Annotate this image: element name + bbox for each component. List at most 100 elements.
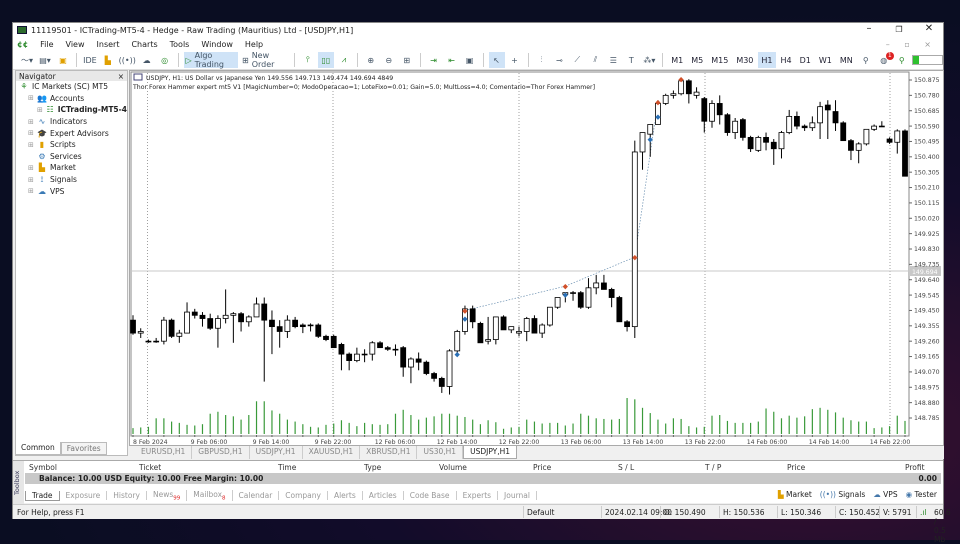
menu-file[interactable]: File — [40, 40, 53, 49]
signals-icon[interactable]: ((•)) — [118, 52, 137, 68]
text-icon[interactable]: T — [623, 52, 639, 68]
cursor-icon[interactable]: ↖ — [488, 52, 505, 68]
menu-tools[interactable]: Tools — [170, 40, 190, 49]
market-icon[interactable]: ▙ — [100, 52, 116, 68]
chart-tab[interactable]: XAUUSD,H1 — [303, 446, 361, 459]
navigator-item-market[interactable]: ⊞ ▙ Market — [16, 162, 127, 174]
expand-icon[interactable]: ⊞ — [28, 176, 37, 184]
col-profit[interactable]: Profit — [905, 463, 925, 472]
horizontal-line-icon[interactable]: ⊸ — [551, 52, 567, 68]
fibonacci-icon[interactable]: ☰ — [605, 52, 621, 68]
navigator-item-ictrading-mt5-4[interactable]: ⊞ ☷ ICTrading-MT5-4 — [16, 104, 127, 116]
navigator-item-expert-advisors[interactable]: ⊞ 🎓 Expert Advisors — [16, 127, 127, 139]
navigator-item-signals[interactable]: ⊞ ⟟ Signals — [16, 174, 127, 186]
navigator-item-indicators[interactable]: ⊞ ∿ Indicators — [16, 116, 127, 128]
candlestick-icon[interactable]: ▯▯ — [317, 52, 334, 68]
expand-icon[interactable]: ⊞ — [28, 187, 37, 195]
zoom-in-icon[interactable]: ⊕ — [363, 52, 379, 68]
profile-name[interactable]: Default — [527, 508, 554, 517]
new-order-button[interactable]: ⊞ New Order — [240, 51, 289, 69]
vps-link[interactable]: ☁ VPS — [873, 490, 897, 499]
vps-icon[interactable]: ☁ — [139, 52, 155, 68]
menu-view[interactable]: View — [66, 40, 85, 49]
signals-link[interactable]: ((•)) Signals — [820, 490, 865, 499]
tab-favorites[interactable]: Favorites — [60, 442, 107, 455]
toolbox-tab-history[interactable]: History — [107, 491, 147, 500]
crosshair-icon[interactable]: + — [507, 52, 523, 68]
menu-insert[interactable]: Insert — [97, 40, 120, 49]
timeframe-m1[interactable]: M1 — [668, 52, 686, 68]
toolbox-tab-experts[interactable]: Experts — [457, 491, 499, 500]
mdi-controls[interactable]: – ▫ × — [886, 40, 937, 49]
toolbox-tab-news[interactable]: News99 — [147, 489, 188, 502]
close-button[interactable]: ✕ — [917, 23, 941, 34]
notifications-icon[interactable]: ◍ 1 — [876, 52, 894, 68]
scroll-chart-icon[interactable]: ⇥ — [426, 52, 442, 68]
toolbox-tab-journal[interactable]: Journal — [498, 491, 537, 500]
col-time[interactable]: Time — [278, 463, 296, 472]
tester-link[interactable]: ◉ Tester — [906, 490, 937, 499]
navigator-item-vps[interactable]: ⊞ ☁ VPS — [16, 185, 127, 197]
timeframe-w1[interactable]: W1 — [816, 52, 835, 68]
timeframe-m5[interactable]: M5 — [688, 52, 706, 68]
strategy-tester-icon[interactable]: ◎ — [157, 52, 173, 68]
toolbox-tab-code-base[interactable]: Code Base — [404, 491, 457, 500]
line-chart-icon[interactable]: ⩘ — [336, 52, 352, 68]
col-ticket[interactable]: Ticket — [139, 463, 161, 472]
col-volume[interactable]: Volume — [439, 463, 467, 472]
col-sl[interactable]: S / L — [618, 463, 634, 472]
navigator-item-accounts[interactable]: ⊞ 👥 Accounts — [16, 93, 127, 105]
search-icon[interactable]: ⚲ — [858, 52, 874, 68]
bar-chart-icon[interactable]: ⫯ — [300, 52, 316, 68]
timeframe-m30[interactable]: M30 — [733, 52, 756, 68]
profiles-icon[interactable]: ▤▾ — [37, 52, 53, 68]
market-link[interactable]: ▙ Market — [778, 490, 812, 499]
menu-charts[interactable]: Charts — [131, 40, 157, 49]
vertical-line-icon[interactable]: ⫶ — [533, 52, 549, 68]
chart-tab[interactable]: XBRUSD,H1 — [360, 446, 418, 459]
level-icon[interactable]: ⚲ — [894, 52, 910, 68]
tile-windows-icon[interactable]: ⊞ — [399, 52, 415, 68]
toolbox-tab-exposure[interactable]: Exposure — [60, 491, 108, 500]
menu-help[interactable]: Help — [245, 40, 263, 49]
expand-icon[interactable]: ⊞ — [28, 118, 37, 126]
tab-common[interactable]: Common — [15, 442, 61, 455]
expand-icon[interactable]: ⊞ — [28, 94, 37, 102]
ide-button[interactable]: IDE — [82, 52, 98, 68]
chart-shift-icon[interactable]: ⇤ — [444, 52, 460, 68]
shapes-icon[interactable]: ⁂▾ — [641, 52, 657, 68]
equidistant-channel-icon[interactable]: ⫽ — [587, 52, 603, 68]
algo-trading-button[interactable]: ▷ Algo Trading — [183, 51, 238, 69]
toolbox-tab-mailbox[interactable]: Mailbox8 — [187, 489, 233, 502]
timeframe-h4[interactable]: H4 — [778, 52, 795, 68]
chart-tab[interactable]: USDJPY,H1 — [250, 446, 303, 459]
col-symbol[interactable]: Symbol — [29, 463, 57, 472]
app-menu-icon[interactable]: ¢¢ — [17, 40, 28, 49]
toolbox-tab-articles[interactable]: Articles — [363, 491, 404, 500]
timeframe-d1[interactable]: D1 — [797, 52, 814, 68]
navigator-close-button[interactable]: × — [118, 72, 124, 81]
navigator-item-services[interactable]: ⚙ Services — [16, 151, 127, 163]
chart-tab[interactable]: USDJPY,H1 — [463, 446, 518, 459]
col-price-current[interactable]: Price — [787, 463, 805, 472]
zoom-out-icon[interactable]: ⊖ — [381, 52, 397, 68]
expand-icon[interactable]: ⊞ — [28, 141, 37, 149]
timeframe-h1[interactable]: H1 — [758, 52, 776, 68]
navigator-item-scripts[interactable]: ⊞ ▮ Scripts — [16, 139, 127, 151]
navigator-item-ic-markets-sc-mt5[interactable]: ⚘ IC Markets (SC) MT5 — [16, 81, 127, 93]
price-chart[interactable]: USDJPY, H1: US Dollar vs Japanese Yen 14… — [130, 71, 945, 447]
chart-tab[interactable]: EURUSD,H1 — [135, 446, 193, 459]
chart-tab[interactable]: US30,H1 — [417, 446, 464, 459]
col-tp[interactable]: T / P — [705, 463, 721, 472]
col-type[interactable]: Type — [364, 463, 381, 472]
toolbox-tab-alerts[interactable]: Alerts — [328, 491, 363, 500]
menu-window[interactable]: Window — [201, 40, 233, 49]
trendline-icon[interactable]: ⟋ — [569, 52, 585, 68]
timeframe-mn[interactable]: MN — [837, 52, 856, 68]
screenshot-icon[interactable]: ▣ — [462, 52, 478, 68]
toolbox-tab-calendar[interactable]: Calendar — [233, 491, 280, 500]
chart-tab[interactable]: GBPUSD,H1 — [192, 446, 250, 459]
deposit-icon[interactable]: ▣ — [55, 52, 71, 68]
toolbox-tab-trade[interactable]: Trade — [25, 490, 60, 501]
col-price[interactable]: Price — [533, 463, 551, 472]
